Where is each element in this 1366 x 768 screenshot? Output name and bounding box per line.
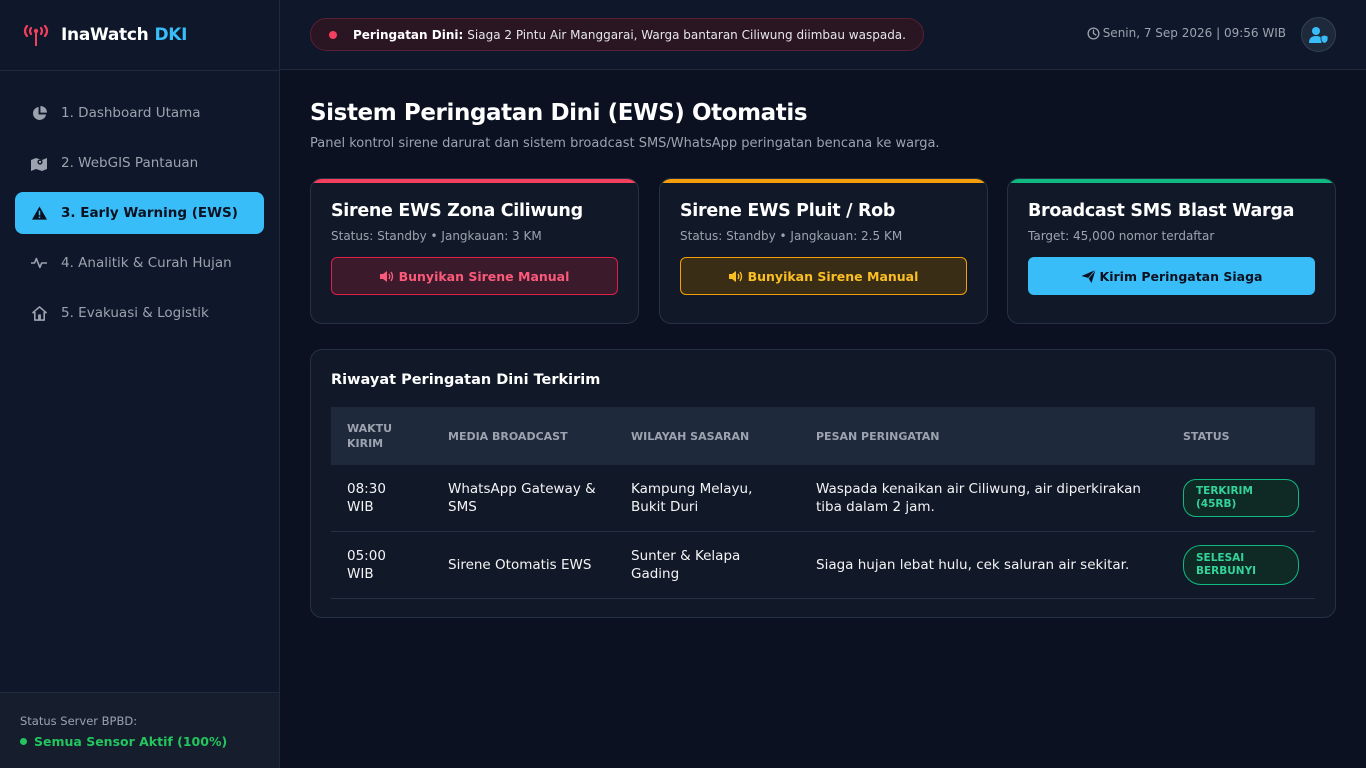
sidebar-item-webgis[interactable]: 2. WebGIS Pantauan — [15, 142, 264, 184]
clock-icon — [1087, 26, 1100, 40]
sidebar-item-label: 4. Analitik & Curah Hujan — [61, 255, 232, 271]
cell-time: 08:30 WIB — [331, 465, 432, 532]
alert-dot — [329, 30, 337, 39]
broadcast-sms-card: Broadcast SMS Blast Warga Target: 45,000… — [1007, 178, 1336, 324]
card-title: Sirene EWS Pluit / Rob — [680, 201, 896, 221]
sidebar-item-analytics[interactable]: 4. Analitik & Curah Hujan — [15, 242, 264, 284]
server-status-value: Semua Sensor Aktif (100%) — [20, 734, 279, 749]
cell-status: TERKIRIM (45RB) — [1167, 465, 1315, 532]
sidebar-item-label: 1. Dashboard Utama — [61, 105, 201, 121]
user-shield-icon — [1308, 26, 1328, 44]
ews-control-cards: Sirene EWS Zona Ciliwung Status: Standby… — [310, 178, 1336, 324]
server-status-label: Status Server BPBD: — [20, 714, 138, 728]
card-title: Sirene EWS Zona Ciliwung — [331, 201, 583, 221]
server-status-text: Semua Sensor Aktif (100%) — [34, 734, 228, 749]
pulse-icon — [31, 255, 47, 271]
send-warning-button[interactable]: Kirim Peringatan Siaga — [1028, 257, 1315, 295]
status-badge: TERKIRIM (45RB) — [1183, 478, 1299, 517]
sidebar-item-evacuation[interactable]: 5. Evakuasi & Logistik — [15, 292, 264, 334]
history-title: Riwayat Peringatan Dini Terkirim — [331, 372, 601, 388]
main-content: Sistem Peringatan Dini (EWS) Otomatis Pa… — [310, 100, 1336, 618]
column-header: PESAN PERINGATAN — [816, 429, 940, 443]
table-row[interactable]: 08:30 WIB WhatsApp Gateway & SMS Kampung… — [331, 465, 1315, 532]
card-meta: Status: Standby • Jangkauan: 2.5 KM — [680, 229, 903, 243]
cell-media: WhatsApp Gateway & SMS — [432, 465, 615, 532]
button-label: Bunyikan Sirene Manual — [398, 268, 570, 284]
datetime-text: Senin, 7 Sep 2026 | 09:56 WIB — [1102, 26, 1286, 40]
cell-message: Waspada kenaikan air Ciliwung, air diper… — [800, 465, 1167, 532]
table-row[interactable]: 05:00 WIB Sirene Otomatis EWS Sunter & K… — [331, 531, 1315, 599]
shelter-icon — [31, 305, 47, 321]
column-header: MEDIA BROADCAST — [448, 429, 568, 443]
status-dot — [20, 738, 27, 745]
antenna-icon — [23, 24, 49, 46]
table-header-row: WAKTU KIRIM MEDIA BROADCAST WILAYAH SASA… — [331, 407, 1315, 465]
brand-name: InaWatch — [61, 25, 149, 45]
warning-history-table: WAKTU KIRIM MEDIA BROADCAST WILAYAH SASA… — [331, 407, 1315, 599]
datetime: Senin, 7 Sep 2026 | 09:56 WIB — [1087, 26, 1286, 40]
alert-message: Siaga 2 Pintu Air Manggarai, Warga banta… — [467, 27, 906, 42]
button-label: Kirim Peringatan Siaga — [1099, 268, 1263, 284]
sidebar-item-ews[interactable]: 3. Early Warning (EWS) — [15, 192, 264, 234]
button-label: Bunyikan Sirene Manual — [747, 268, 919, 284]
cell-media: Sirene Otomatis EWS — [432, 531, 615, 599]
cell-area: Kampung Melayu, Bukit Duri — [615, 465, 800, 532]
status-badge: SELESAI BERBUNYI — [1183, 544, 1299, 585]
top-header: Peringatan Dini: Siaga 2 Pintu Air Mangg… — [280, 0, 1366, 70]
sidebar: InaWatch DKI 1. Dashboard Utama 2. WebGI… — [0, 0, 280, 768]
sidebar-item-label: 5. Evakuasi & Logistik — [61, 305, 209, 321]
warning-icon — [31, 205, 47, 221]
column-header: STATUS — [1183, 429, 1230, 443]
page-title: Sistem Peringatan Dini (EWS) Otomatis — [310, 100, 808, 126]
paper-plane-icon — [1081, 269, 1096, 283]
sound-siren-pluit-button[interactable]: Bunyikan Sirene Manual — [680, 257, 967, 295]
card-meta: Target: 45,000 nomor terdaftar — [1028, 229, 1215, 243]
warning-history-panel: Riwayat Peringatan Dini Terkirim WAKTU K… — [310, 349, 1336, 618]
sidebar-item-label: 2. WebGIS Pantauan — [61, 155, 199, 171]
volume-icon — [379, 270, 393, 282]
user-avatar[interactable] — [1301, 17, 1336, 52]
map-icon — [31, 155, 47, 171]
siren-card-pluit: Sirene EWS Pluit / Rob Status: Standby •… — [659, 178, 988, 324]
card-meta: Status: Standby • Jangkauan: 3 KM — [331, 229, 542, 243]
pie-chart-icon — [31, 105, 47, 121]
brand-accent: DKI — [154, 25, 188, 45]
siren-card-ciliwung: Sirene EWS Zona Ciliwung Status: Standby… — [310, 178, 639, 324]
sidebar-item-dashboard[interactable]: 1. Dashboard Utama — [15, 92, 264, 134]
volume-icon — [728, 270, 742, 282]
sound-siren-ciliwung-button[interactable]: Bunyikan Sirene Manual — [331, 257, 618, 295]
cell-status: SELESAI BERBUNYI — [1167, 531, 1315, 599]
page-subtitle: Panel kontrol sirene darurat dan sistem … — [310, 136, 940, 151]
brand[interactable]: InaWatch DKI — [0, 0, 279, 71]
sidebar-nav: 1. Dashboard Utama 2. WebGIS Pantauan 3.… — [0, 71, 279, 334]
early-warning-ticker[interactable]: Peringatan Dini: Siaga 2 Pintu Air Mangg… — [310, 18, 924, 51]
column-header: WILAYAH SASARAN — [631, 429, 750, 443]
alert-label: Peringatan Dini: — [353, 27, 464, 42]
card-title: Broadcast SMS Blast Warga — [1028, 201, 1295, 221]
sidebar-item-label: 3. Early Warning (EWS) — [61, 205, 238, 221]
cell-time: 05:00 WIB — [331, 531, 432, 599]
column-header: WAKTU KIRIM — [347, 422, 393, 450]
cell-message: Siaga hujan lebat hulu, cek saluran air … — [800, 531, 1167, 599]
server-status: Status Server BPBD: Semua Sensor Aktif (… — [0, 692, 279, 768]
cell-area: Sunter & Kelapa Gading — [615, 531, 800, 599]
